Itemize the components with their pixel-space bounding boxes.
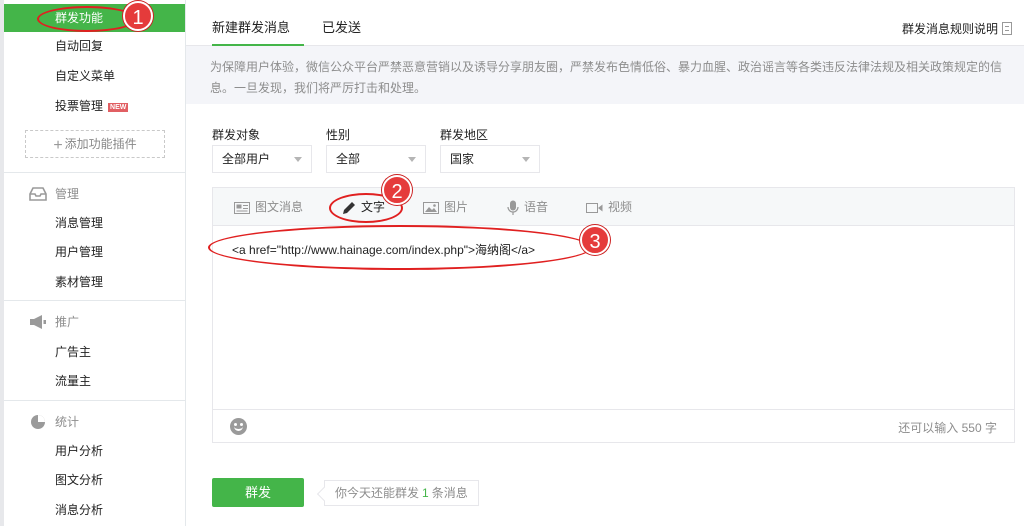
- notice-line: 息。一旦发现，我们将严厉打击和处理。: [210, 81, 427, 95]
- broadcast-send-button[interactable]: 群发: [212, 478, 304, 507]
- sidebar-item-custom-menu[interactable]: 自定义菜单: [4, 62, 185, 90]
- region-select[interactable]: 国家: [440, 145, 540, 173]
- chevron-down-icon: [408, 157, 416, 162]
- select-value: 全部用户: [222, 152, 271, 166]
- message-editor: 图文消息 文字 图片 语音 视频 <a href="http://www.hai…: [212, 187, 1015, 443]
- sidebar-item-messages[interactable]: 消息管理: [4, 209, 185, 237]
- sidebar-item-label: 素材管理: [55, 275, 104, 289]
- sidebar-item-label: 用户分析: [55, 444, 104, 458]
- annotation-ellipse: [208, 225, 592, 270]
- sidebar-group-manage: 管理: [4, 180, 185, 208]
- article-icon: [234, 201, 250, 214]
- video-icon: [586, 202, 603, 213]
- select-value: 全部: [336, 152, 361, 166]
- gender-select[interactable]: 全部: [326, 145, 426, 173]
- sidebar-item-auto-reply[interactable]: 自动回复: [4, 32, 185, 60]
- sidebar-item-label: 图文分析: [55, 473, 104, 487]
- remaining-chars: 还可以输入 550 字: [898, 421, 997, 435]
- broadcast-rules-link[interactable]: 群发消息规则说明: [902, 20, 1012, 37]
- sidebar-item-label: 用户管理: [55, 245, 104, 259]
- gender-label: 性别: [326, 128, 351, 142]
- sidebar-item-label: 消息管理: [55, 216, 104, 230]
- add-plugin-label: 添加功能插件: [64, 137, 137, 151]
- microphone-icon: [507, 200, 519, 215]
- page-root: 群发功能 自动回复 自定义菜单 投票管理 NEW + 添加功能插件 管理 消息管理 …: [0, 0, 1024, 526]
- target-label: 群发对象: [212, 128, 261, 142]
- sidebar-item-users[interactable]: 用户管理: [4, 238, 185, 266]
- notice-line: 为保障用户体验，微信公众平台严禁恶意营销以及诱导分享朋友圈，严禁发布色情低俗、暴…: [210, 60, 1003, 74]
- sidebar-item-label: 投票管理: [55, 99, 104, 113]
- pie-chart-icon: [31, 415, 45, 429]
- editor-tab-video[interactable]: 视频: [586, 188, 632, 226]
- image-icon: [423, 201, 439, 214]
- sidebar-divider: [4, 172, 185, 173]
- editor-tab-label: 图文消息: [255, 200, 304, 214]
- editor-tab-label: 图片: [444, 200, 469, 214]
- region-label: 群发地区: [440, 128, 489, 142]
- sidebar-group-title: 管理: [55, 187, 80, 201]
- broadcast-quota: 你今天还能群发 1 条消息: [324, 480, 479, 506]
- policy-notice: 为保障用户体验，微信公众平台严禁恶意营销以及诱导分享朋友圈，严禁发布色情低俗、暴…: [186, 46, 1024, 104]
- tab-bar: 新建群发消息 已发送 群发消息规则说明: [186, 0, 1024, 46]
- add-plugin-button[interactable]: + 添加功能插件: [25, 130, 165, 158]
- emoji-icon[interactable]: [230, 418, 247, 435]
- tab-label: 新建群发消息: [212, 20, 291, 35]
- annotation-number: 2: [382, 175, 412, 205]
- editor-tab-article[interactable]: 图文消息: [234, 188, 303, 226]
- tab-sent[interactable]: 已发送: [322, 0, 361, 46]
- document-icon: [1002, 22, 1012, 35]
- inbox-icon: [29, 187, 47, 201]
- quota-count: 1: [422, 486, 429, 500]
- new-badge: NEW: [108, 103, 129, 112]
- sidebar-item-publisher[interactable]: 流量主: [4, 367, 185, 395]
- rules-link-label: 群发消息规则说明: [901, 22, 998, 36]
- sidebar-item-advertiser[interactable]: 广告主: [4, 338, 185, 366]
- sidebar-item-label: 广告主: [55, 345, 92, 359]
- sidebar-group-stats: 统计: [4, 408, 185, 436]
- sidebar-item-materials[interactable]: 素材管理: [4, 268, 185, 296]
- target-select[interactable]: 全部用户: [212, 145, 312, 173]
- select-value: 国家: [450, 152, 475, 166]
- quota-prefix: 你今天还能群发: [335, 486, 420, 500]
- sidebar-divider: [4, 400, 185, 401]
- sidebar-group-title: 推广: [55, 315, 80, 329]
- sidebar-item-message-analysis[interactable]: 消息分析: [4, 496, 185, 524]
- annotation-ellipse: [37, 6, 137, 32]
- editor-tab-label: 视频: [608, 200, 633, 214]
- megaphone-icon: [30, 315, 46, 329]
- sidebar-item-label: 流量主: [55, 374, 92, 388]
- sidebar-item-vote-management[interactable]: 投票管理 NEW: [4, 92, 185, 120]
- editor-footer: 还可以输入 550 字: [213, 409, 1014, 442]
- editor-tab-voice[interactable]: 语音: [507, 188, 548, 226]
- sidebar-item-label: 消息分析: [55, 503, 104, 517]
- tab-new-broadcast[interactable]: 新建群发消息: [212, 0, 304, 46]
- sidebar-item-user-analysis[interactable]: 用户分析: [4, 437, 185, 465]
- sidebar-group-title: 统计: [55, 415, 80, 429]
- chevron-down-icon: [522, 157, 530, 162]
- annotation-number: 3: [580, 225, 610, 255]
- editor-tab-image[interactable]: 图片: [423, 188, 468, 226]
- quota-suffix: 条消息: [431, 486, 468, 500]
- sidebar-divider: [4, 300, 185, 301]
- sidebar-item-article-analysis[interactable]: 图文分析: [4, 466, 185, 494]
- tab-label: 已发送: [322, 20, 362, 35]
- sidebar-item-label: 自动回复: [55, 39, 104, 53]
- sidebar-group-promote: 推广: [4, 308, 185, 336]
- annotation-number: 1: [123, 1, 153, 31]
- chevron-down-icon: [294, 157, 302, 162]
- editor-tab-label: 语音: [524, 200, 549, 214]
- sidebar-item-label: 自定义菜单: [55, 69, 116, 83]
- plus-icon: +: [53, 137, 63, 154]
- sidebar: 群发功能 自动回复 自定义菜单 投票管理 NEW + 添加功能插件 管理 消息管理 …: [4, 0, 186, 526]
